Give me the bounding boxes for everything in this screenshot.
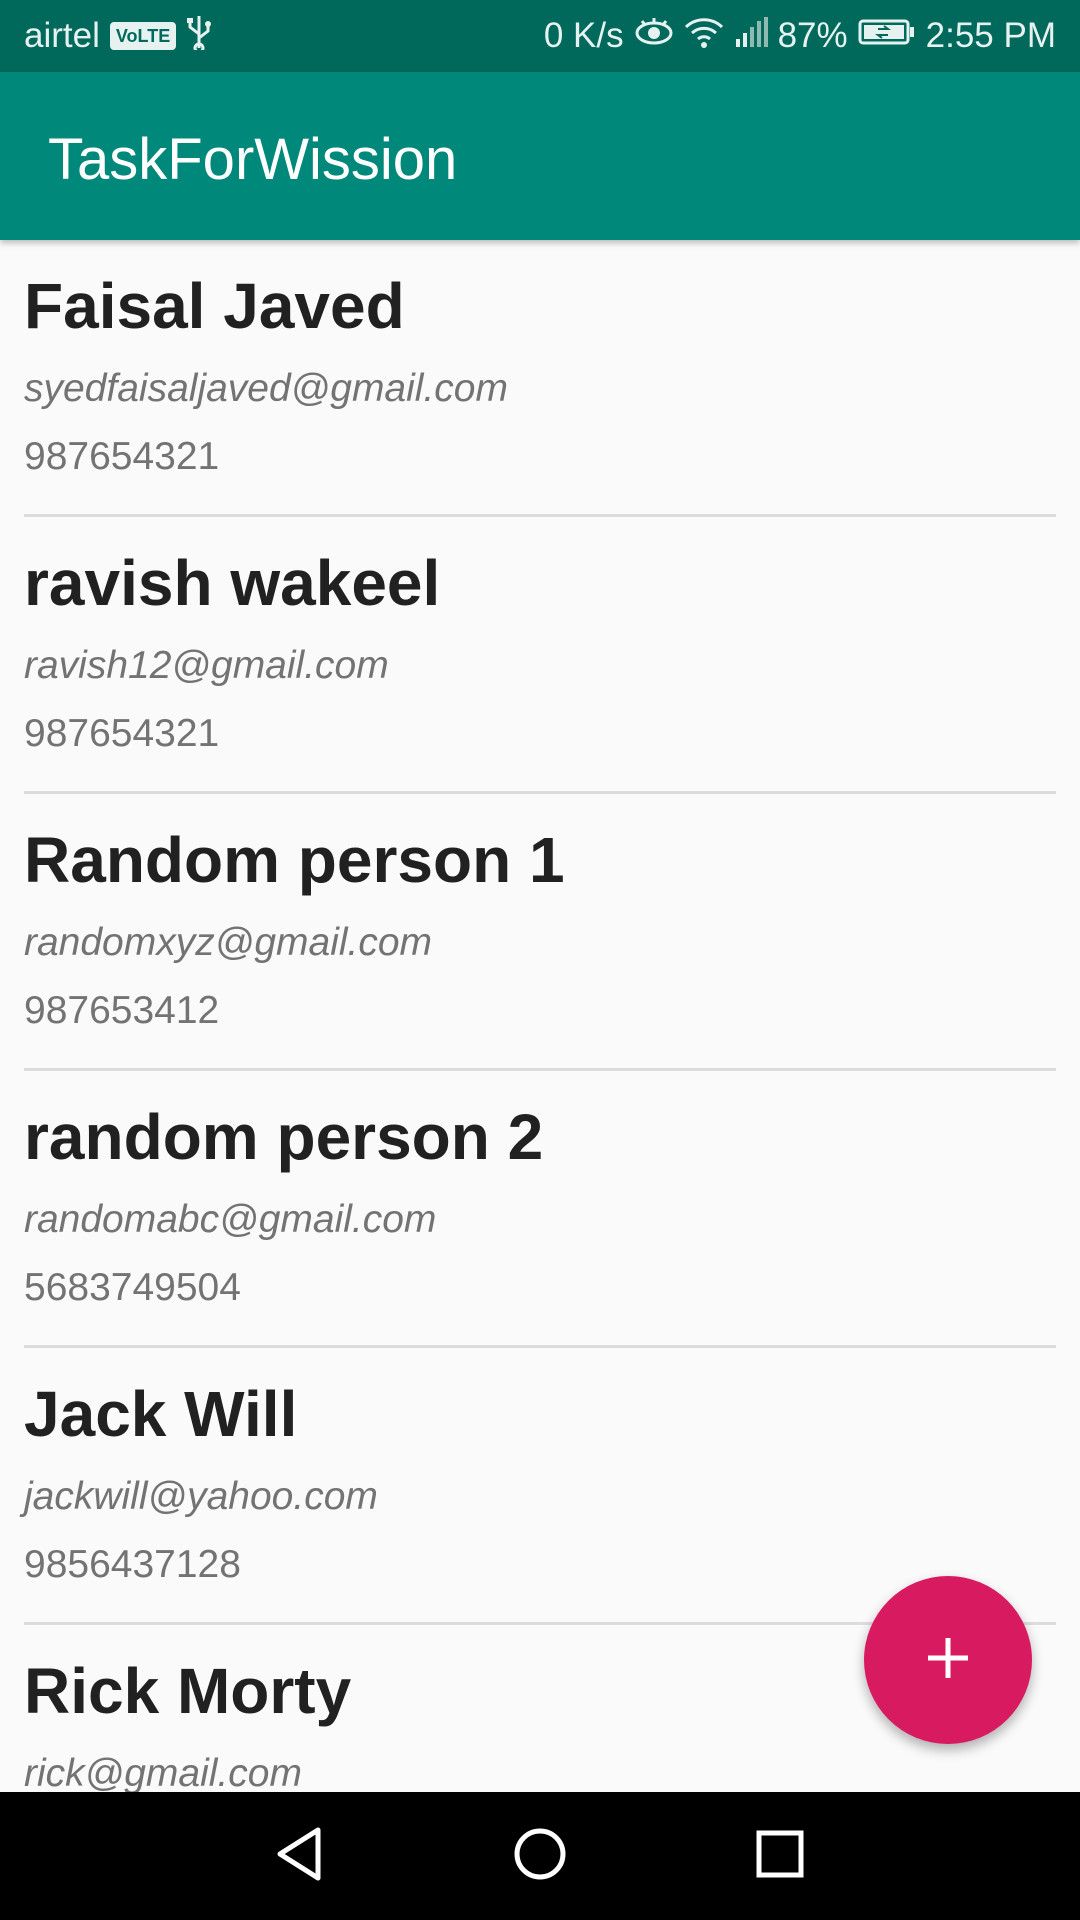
back-icon xyxy=(274,1826,326,1887)
contact-phone: 5683749504 xyxy=(24,1266,241,1309)
status-left: airtel VoLTE xyxy=(24,14,222,59)
contact-name: Faisal Javed xyxy=(24,270,405,342)
contact-name: Random person 1 xyxy=(24,824,565,896)
contact-email: syedfaisaljaved@gmail.com xyxy=(24,367,508,410)
contact-phone: 987653412 xyxy=(24,989,220,1032)
app-title: TaskForWission xyxy=(48,127,458,192)
contact-phone: 987654321 xyxy=(24,435,220,478)
clock: 2:55 PM xyxy=(925,16,1056,55)
contact-phone: 987654321 xyxy=(24,712,220,755)
home-button[interactable] xyxy=(420,1826,660,1887)
recents-button[interactable] xyxy=(660,1829,900,1884)
contact-email: randomxyz@gmail.com xyxy=(24,921,433,964)
eye-comfort-icon xyxy=(634,16,674,56)
recents-icon xyxy=(755,1829,805,1884)
contact-name: ravish wakeel xyxy=(24,547,441,619)
signal-icon xyxy=(734,16,768,56)
contact-email: rick@gmail.com xyxy=(24,1752,302,1792)
app-bar: TaskForWission xyxy=(0,72,1080,240)
home-icon xyxy=(512,1826,568,1887)
contact-item[interactable]: random person 2 randomabc@gmail.com 5683… xyxy=(0,1071,1080,1348)
battery-percent: 87% xyxy=(777,16,848,55)
volte-icon: VoLTE xyxy=(109,22,177,50)
contact-email: jackwill@yahoo.com xyxy=(24,1475,378,1518)
contact-item[interactable]: Random person 1 randomxyz@gmail.com 9876… xyxy=(0,794,1080,1071)
contact-name: Jack Will xyxy=(24,1378,298,1450)
network-speed: 0 K/s xyxy=(543,16,624,55)
status-right: 0 K/s 87% 2:55 PM xyxy=(544,15,1056,58)
contact-item[interactable]: Faisal Javed syedfaisaljaved@gmail.com 9… xyxy=(0,240,1080,517)
contact-list[interactable]: Faisal Javed syedfaisaljaved@gmail.com 9… xyxy=(0,240,1080,1792)
usb-icon xyxy=(186,14,212,59)
battery-icon xyxy=(858,16,916,56)
status-bar: airtel VoLTE 0 K/s 87% 2:55 PM xyxy=(0,0,1080,72)
contact-item[interactable]: ravish wakeel ravish12@gmail.com 9876543… xyxy=(0,517,1080,794)
wifi-icon xyxy=(684,15,724,58)
carrier-name: airtel xyxy=(24,16,100,55)
contact-name: Rick Morty xyxy=(24,1655,352,1727)
contact-phone: 9856437128 xyxy=(24,1543,241,1586)
plus-icon xyxy=(924,1634,972,1687)
navigation-bar xyxy=(0,1792,1080,1920)
contact-email: randomabc@gmail.com xyxy=(24,1198,437,1241)
add-contact-button[interactable] xyxy=(864,1576,1032,1744)
back-button[interactable] xyxy=(180,1826,420,1887)
contact-name: random person 2 xyxy=(24,1101,544,1173)
contact-email: ravish12@gmail.com xyxy=(24,644,389,687)
